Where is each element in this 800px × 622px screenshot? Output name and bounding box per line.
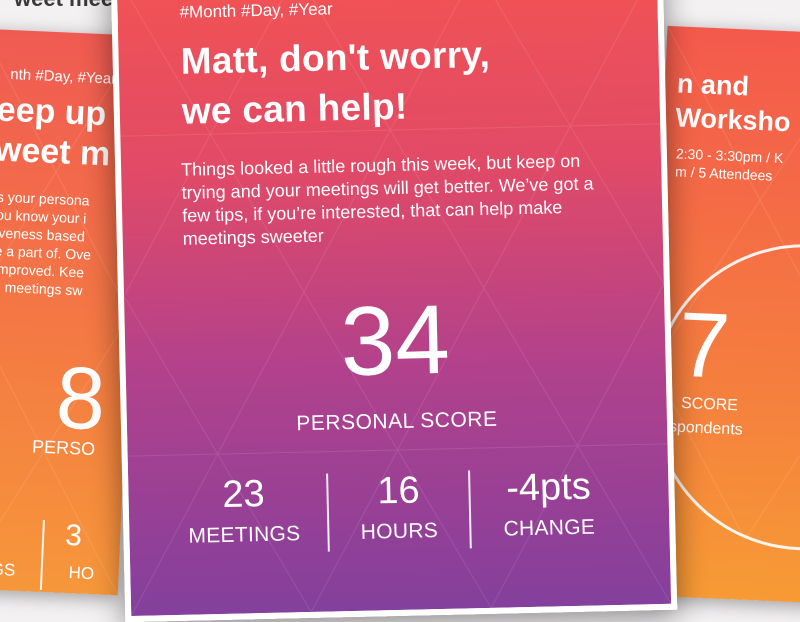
event-details: 2:30 - 3:30pm / K m / 5 Attendees xyxy=(675,144,784,185)
card-title: eep up weet m xyxy=(0,90,113,175)
card-title-line: Worksho xyxy=(674,102,792,138)
stat-value: -4pts xyxy=(505,465,592,510)
card-date: #Month #Day, #Year xyxy=(179,0,333,22)
card-score: 8 xyxy=(54,347,108,449)
personal-score-label: PERSONAL SCORE xyxy=(296,407,498,436)
stat-value: 23 xyxy=(221,472,266,516)
stat-value: 16 xyxy=(376,469,421,513)
card-score-label: SCORE xyxy=(680,394,739,415)
card-title: Matt, don't worry, we can help! xyxy=(180,30,492,137)
card-title-line: Matt, don't worry, xyxy=(180,33,491,82)
card-score: 7 xyxy=(676,293,732,398)
stat-label: HO xyxy=(68,563,95,584)
stat-label: MEETINGS xyxy=(188,522,301,548)
main-card[interactable]: #Month #Day, #Year Matt, don't worry, we… xyxy=(110,0,678,622)
card-title-line: n and xyxy=(676,68,750,102)
card-date: nth #Day, #Year xyxy=(9,66,117,88)
stat-hours: 16 HOURS xyxy=(323,468,475,545)
card-title-line: weet m xyxy=(0,130,112,174)
card-title-line: eep up xyxy=(0,90,108,134)
stat-change: -4pts CHANGE xyxy=(473,465,625,542)
card-title: n and Worksho xyxy=(675,66,793,139)
stat-label: CHANGE xyxy=(503,515,596,541)
card-body-line: g meetings sw xyxy=(0,278,83,299)
stat-value: 3 xyxy=(64,518,83,553)
personal-score: 34 xyxy=(339,283,451,397)
event-attendees: m / 5 Attendees xyxy=(674,163,773,184)
card-score-label: PERSO xyxy=(31,436,96,460)
card-body: Things looked a little rough this week, … xyxy=(180,150,594,249)
card-body: s your persona ou know your i iveness ba… xyxy=(0,188,94,300)
stat-label: HOURS xyxy=(360,519,439,544)
card-title-line: we can help! xyxy=(181,85,408,132)
stat-divider xyxy=(39,519,45,590)
stat-meetings: 23 MEETINGS xyxy=(168,472,320,549)
